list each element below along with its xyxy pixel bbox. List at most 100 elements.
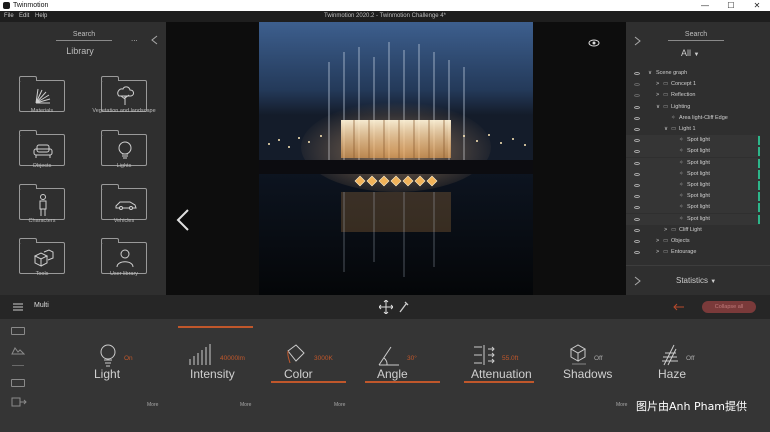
scene-tree-row[interactable]: > ▭ Cliff Light bbox=[626, 225, 760, 236]
collapse-all-button[interactable]: Collapse all bbox=[702, 301, 756, 313]
scene-tree-row[interactable]: ∨ Scene graph bbox=[626, 68, 760, 79]
expand-arrow-icon[interactable]: > bbox=[656, 236, 659, 247]
angle-property[interactable]: 30° Angle bbox=[365, 319, 445, 432]
category-label: Vehicles bbox=[113, 218, 135, 224]
expand-arrow-icon[interactable]: > bbox=[656, 79, 659, 90]
pipette-icon[interactable] bbox=[398, 300, 410, 314]
expand-arrow-icon[interactable]: > bbox=[664, 225, 667, 236]
materials-icon bbox=[35, 88, 51, 104]
eye-icon[interactable] bbox=[634, 150, 640, 154]
library-more-button[interactable]: ... bbox=[131, 34, 138, 43]
light-value: On bbox=[124, 355, 133, 362]
scene-tree-row[interactable]: > ▭ Concept 1 bbox=[626, 79, 760, 90]
sofa-icon bbox=[33, 144, 53, 158]
category-characters[interactable] bbox=[19, 184, 65, 220]
eye-icon[interactable] bbox=[634, 206, 640, 210]
landscape-icon[interactable] bbox=[11, 345, 25, 355]
app-title: Twinmotion bbox=[13, 2, 49, 9]
eye-icon[interactable] bbox=[634, 240, 640, 243]
scene-tree-label: Area light-Cliff Edge bbox=[679, 114, 728, 121]
statistics-dropdown[interactable]: Statistics ▼ bbox=[676, 276, 716, 285]
menu-edit[interactable]: Edit bbox=[19, 11, 29, 22]
selected-indicator bbox=[758, 169, 760, 179]
scene-tree-row[interactable]: ✧ Spot light bbox=[626, 146, 760, 158]
attenuation-property[interactable]: 55.0ft Attenuation bbox=[462, 319, 542, 432]
menu-help[interactable]: Help bbox=[35, 11, 47, 22]
import-icon[interactable] bbox=[11, 327, 25, 335]
eye-icon[interactable] bbox=[634, 172, 640, 176]
export-icon[interactable] bbox=[11, 397, 27, 407]
eye-icon[interactable] bbox=[634, 105, 640, 109]
properties-panel: On Light More 40000lm Intensity More 300… bbox=[0, 319, 770, 432]
haze-icon bbox=[662, 344, 678, 366]
visibility-eye-icon[interactable] bbox=[588, 39, 600, 47]
eye-icon[interactable] bbox=[634, 184, 640, 187]
collapse-left-icon[interactable] bbox=[150, 35, 158, 45]
haze-property[interactable]: Off Haze bbox=[652, 319, 722, 432]
collapse-arrow-icon[interactable]: ∨ bbox=[648, 68, 652, 79]
scene-filter-dropdown[interactable]: All ▼ bbox=[681, 48, 699, 58]
scene-tree-row[interactable]: > ▭ Entourage bbox=[626, 247, 760, 258]
more-link[interactable]: More bbox=[147, 402, 158, 408]
eye-icon[interactable] bbox=[634, 161, 640, 165]
scene-tree-row[interactable]: ✧ Spot light bbox=[626, 202, 760, 214]
watermark-text: 图片由Anh Pham提供 bbox=[636, 400, 748, 413]
scene-tree-label: Spot light bbox=[687, 182, 710, 188]
expand-right-icon[interactable] bbox=[633, 276, 641, 286]
category-user-library[interactable] bbox=[101, 238, 147, 274]
scene-tree-row[interactable]: ✧ Spot light bbox=[626, 180, 760, 191]
intensity-property[interactable]: 40000lm Intensity bbox=[180, 319, 260, 432]
collapse-arrow-icon[interactable]: ∨ bbox=[656, 102, 660, 113]
scene-tree-row[interactable]: ✧ Spot light bbox=[626, 168, 760, 180]
category-tools[interactable] bbox=[19, 238, 65, 274]
twinmotion-app: Twinmotion — ☐ ✕ Twinmotion 2020.2 - Twi… bbox=[0, 0, 770, 432]
minimize-button[interactable]: — bbox=[692, 0, 718, 11]
eye-icon[interactable] bbox=[634, 83, 640, 87]
scene-tree-row[interactable]: ✧ Spot light bbox=[626, 213, 760, 225]
scene-tree-row[interactable]: ∨ ▭ Light 1 bbox=[626, 124, 760, 135]
more-link[interactable]: More bbox=[240, 402, 251, 408]
scene-tree-row[interactable]: > ▭ Objects bbox=[626, 236, 760, 247]
menu-file[interactable]: File bbox=[4, 11, 14, 22]
undo-icon[interactable] bbox=[673, 302, 685, 312]
maximize-button[interactable]: ☐ bbox=[718, 0, 744, 11]
viewport[interactable] bbox=[166, 22, 755, 295]
expand-arrow-icon[interactable]: > bbox=[656, 247, 659, 258]
scene-tree-row[interactable]: ✧ Area light-Cliff Edge bbox=[626, 113, 760, 124]
media-icon[interactable] bbox=[11, 379, 25, 387]
prev-arrow-icon[interactable] bbox=[175, 208, 191, 232]
eye-icon[interactable] bbox=[634, 195, 640, 199]
eye-icon[interactable] bbox=[634, 94, 640, 98]
close-button[interactable]: ✕ bbox=[744, 0, 770, 11]
scene-tree-row[interactable]: ✧ Spot light bbox=[626, 135, 760, 147]
scene-tree-label: Spot light bbox=[687, 137, 710, 144]
collapse-arrow-icon[interactable]: ∨ bbox=[664, 124, 668, 135]
scene-tree-row[interactable]: > ▭ Reflection bbox=[626, 90, 760, 101]
library-search[interactable]: Search bbox=[54, 31, 114, 38]
category-vehicles[interactable] bbox=[101, 184, 147, 220]
scene-tree-label: Spot light bbox=[687, 193, 710, 200]
eye-icon[interactable] bbox=[634, 251, 640, 255]
light-property[interactable]: On Light bbox=[88, 319, 158, 432]
scene-tree-row[interactable]: ∨ ▭ Lighting bbox=[626, 102, 760, 113]
scene-search[interactable]: Search bbox=[666, 31, 726, 38]
eye-icon[interactable] bbox=[634, 228, 640, 232]
expand-right-icon[interactable] bbox=[633, 36, 641, 46]
scene-tree-row[interactable]: ✧ Spot light bbox=[626, 191, 760, 203]
more-link[interactable]: More bbox=[334, 402, 345, 408]
more-link[interactable]: More bbox=[616, 402, 627, 408]
scene-tree-row[interactable]: ✧ Spot light bbox=[626, 157, 760, 169]
eye-icon[interactable] bbox=[634, 139, 640, 143]
expand-arrow-icon[interactable]: > bbox=[656, 90, 659, 101]
eye-icon[interactable] bbox=[634, 128, 640, 131]
render-view[interactable] bbox=[259, 22, 533, 295]
color-property[interactable]: 3000K Color bbox=[270, 319, 350, 432]
category-lights[interactable] bbox=[101, 130, 147, 166]
eye-icon[interactable] bbox=[634, 116, 640, 120]
shadows-property[interactable]: Off Shadows bbox=[560, 319, 630, 432]
eye-icon[interactable] bbox=[634, 72, 640, 75]
move-tool-icon[interactable] bbox=[379, 300, 393, 314]
hamburger-menu-icon[interactable] bbox=[13, 303, 23, 311]
eye-icon[interactable] bbox=[634, 217, 640, 221]
category-objects[interactable] bbox=[19, 130, 65, 166]
